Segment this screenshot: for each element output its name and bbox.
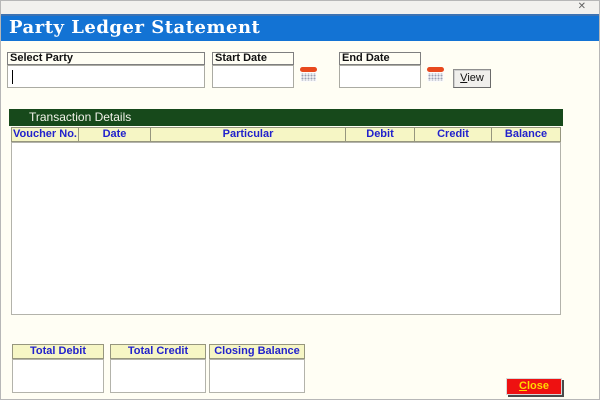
total-credit-label: Total Credit [110,344,206,359]
window-titlebar: ✕ [1,1,599,14]
transaction-table-body [11,142,561,315]
app-header: Party Ledger Statement [1,14,599,41]
select-party-label: Select Party [7,52,205,65]
closing-balance-label: Closing Balance [209,344,305,359]
column-header-voucher-no: Voucher No. [11,127,79,142]
closing-balance-value [209,359,305,393]
transaction-details-header: Transaction Details [9,109,563,126]
calendar-icon-top [427,67,444,72]
window-close-icon[interactable]: ✕ [578,1,586,13]
end-date-input[interactable] [339,65,421,88]
start-date-input[interactable] [212,65,294,88]
view-button[interactable]: View [453,69,491,88]
start-date-label: Start Date [212,52,294,65]
text-caret [12,70,13,84]
end-date-label: End Date [339,52,421,65]
calendar-icon-grid [428,73,443,81]
select-party-input[interactable] [7,65,205,88]
column-header-debit: Debit [346,127,415,142]
start-date-calendar-icon[interactable] [300,67,317,82]
end-date-calendar-icon[interactable] [427,67,444,82]
column-header-balance: Balance [492,127,561,142]
column-header-date: Date [79,127,151,142]
calendar-icon-grid [301,73,316,81]
party-ledger-window: ✕ Party Ledger Statement Select Party St… [0,0,600,400]
transaction-table-header: Voucher No. Date Particular Debit Credit… [11,127,561,142]
total-credit-value [110,359,206,393]
column-header-credit: Credit [415,127,492,142]
total-debit-label: Total Debit [12,344,104,359]
close-button[interactable]: Close [506,378,562,395]
calendar-icon-top [300,67,317,72]
total-debit-value [12,359,104,393]
page-title: Party Ledger Statement [1,16,599,40]
column-header-particular: Particular [151,127,346,142]
